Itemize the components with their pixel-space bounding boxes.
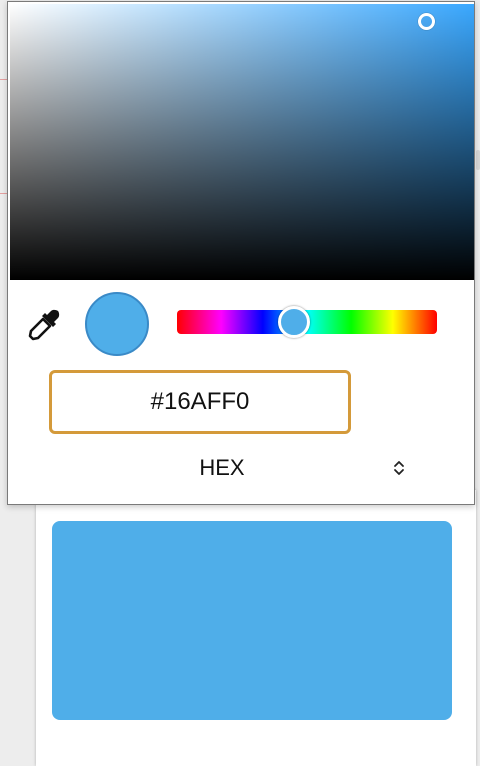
current-color-swatch — [85, 292, 149, 356]
chevron-up-down-icon — [394, 461, 404, 475]
eyedropper-icon — [28, 309, 60, 341]
color-format-select[interactable]: HEX — [60, 448, 420, 488]
background-edge — [476, 150, 480, 170]
color-preview-swatch[interactable] — [52, 521, 452, 720]
hue-slider-handle[interactable] — [278, 306, 310, 338]
color-format-label: HEX — [199, 455, 245, 480]
saturation-value-handle[interactable] — [418, 13, 435, 30]
eyedropper-button[interactable] — [27, 308, 61, 342]
value-gradient — [10, 4, 474, 280]
saturation-value-area[interactable] — [10, 4, 474, 280]
hex-color-input[interactable] — [49, 370, 351, 434]
color-preview-card — [36, 490, 476, 766]
